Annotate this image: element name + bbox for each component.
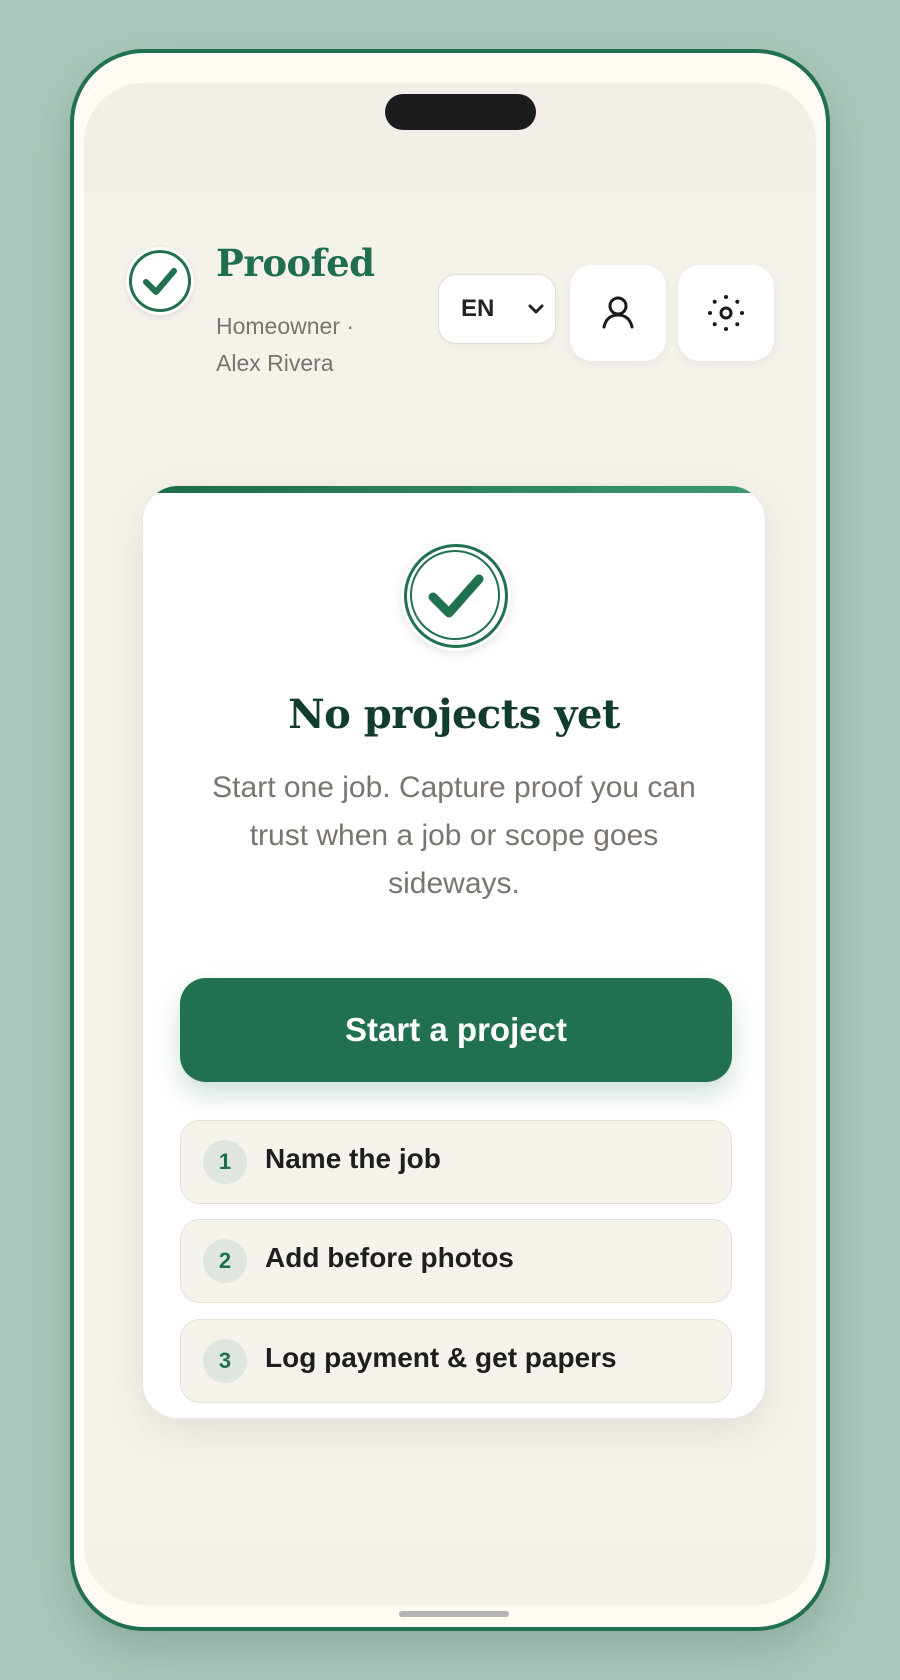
step-item-1: 1 Name the job	[180, 1120, 732, 1204]
app-brand: Proofed	[216, 241, 375, 285]
logo-badge	[126, 247, 194, 315]
check-icon	[428, 574, 484, 618]
language-value: EN	[461, 295, 495, 322]
profile-button[interactable]	[570, 265, 666, 361]
step-label: Name the job	[265, 1143, 441, 1174]
user-icon	[602, 296, 634, 329]
step-number: 1	[203, 1140, 247, 1184]
step-label: Log payment & get papers	[265, 1342, 617, 1373]
card-accent-stripe	[143, 486, 765, 493]
theme-toggle-button[interactable]	[678, 265, 774, 361]
chevron-down-icon	[528, 304, 544, 314]
status-area	[84, 83, 816, 193]
camera-notch	[385, 94, 536, 130]
step-number: 3	[203, 1339, 247, 1383]
step-label: Add before photos	[265, 1242, 514, 1273]
phone-frame: Proofed Homeowner · Alex Rivera EN No pr…	[70, 49, 830, 1631]
step-item-2: 2 Add before photos	[180, 1219, 732, 1303]
user-role-name: Homeowner · Alex Rivera	[216, 313, 355, 376]
empty-state-card: No projects yet Start one job. Capture p…	[142, 485, 766, 1419]
language-select[interactable]: EN	[438, 274, 556, 344]
sun-icon	[708, 295, 744, 331]
check-icon	[143, 268, 177, 295]
step-item-3: 3 Log payment & get papers	[180, 1319, 732, 1403]
home-indicator	[399, 1611, 509, 1617]
empty-state-description: Start one job. Capture proof you can tru…	[212, 771, 696, 900]
empty-state-title: No projects yet	[288, 691, 620, 738]
start-project-button[interactable]: Start a project	[180, 978, 732, 1082]
step-number: 2	[203, 1239, 247, 1283]
empty-state-badge	[401, 541, 511, 651]
screen: Proofed Homeowner · Alex Rivera EN No pr…	[84, 83, 816, 1605]
